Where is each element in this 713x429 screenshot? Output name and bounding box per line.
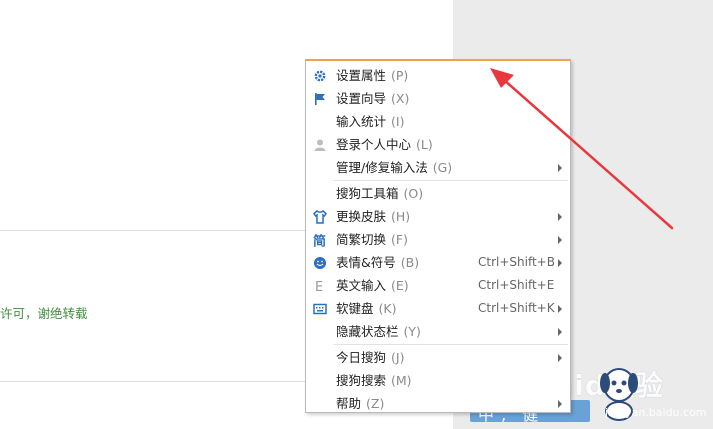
annotation-arrow xyxy=(490,68,674,230)
